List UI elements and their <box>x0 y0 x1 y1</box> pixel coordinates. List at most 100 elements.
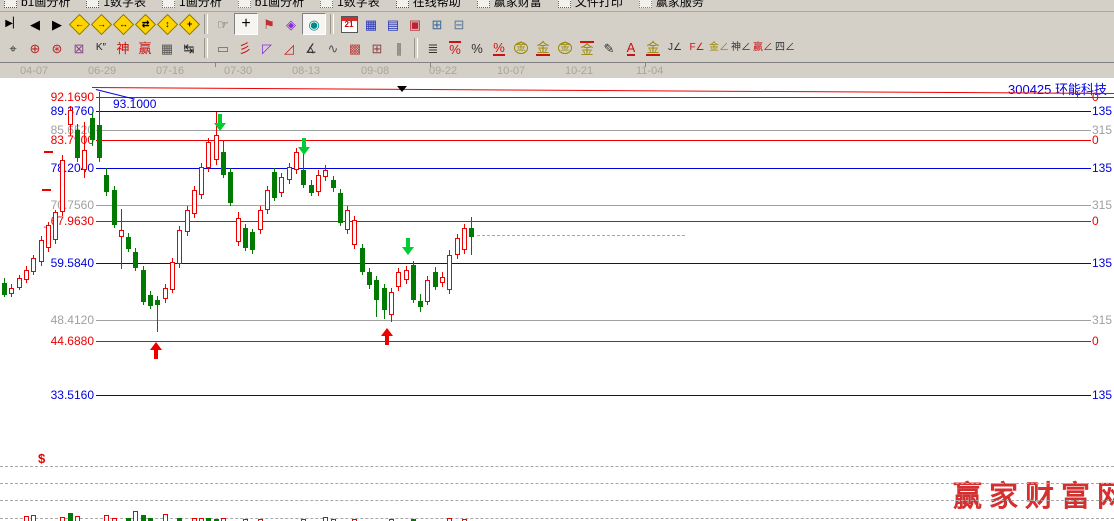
candle-body <box>141 270 146 302</box>
parallel-lines-tool[interactable]: ∥ <box>388 38 410 58</box>
page-left-button[interactable]: ◀ <box>24 14 46 34</box>
calendar-button[interactable]: 21 <box>338 14 360 34</box>
fit-all-button[interactable]: + <box>178 14 200 34</box>
fan-box-red-tool[interactable]: ◿ <box>278 38 300 58</box>
gann-grid-tool[interactable]: ▩ <box>344 38 366 58</box>
rectangle-tool[interactable]: ▭ <box>212 38 234 58</box>
menu-winner-service[interactable]: 赢家服务 <box>639 0 704 10</box>
watermark-logo: 赢家财富网 <box>953 473 1114 515</box>
date-label: 04-07 <box>20 65 48 77</box>
candle-wick <box>121 209 122 269</box>
position-indicator-tool[interactable]: ⌖ <box>2 38 24 58</box>
top-menu-bar: b1画分析 1数字表 1画分析 b1画分析 1数字表 在线帮助 赢家财富 文件打印 赢家服务 <box>0 0 1114 12</box>
price-level-label: 59.5840 <box>2 257 94 270</box>
volume-bar <box>68 513 73 521</box>
menu-winner-wealth[interactable]: 赢家财富 <box>477 0 542 10</box>
brush-tool[interactable]: ✎ <box>598 38 620 58</box>
menu-b1-draw-analysis[interactable]: b1画分析 <box>4 0 70 10</box>
trend-angle-tool[interactable]: ∡ <box>300 38 322 58</box>
percent-line-tool[interactable]: % <box>444 38 466 58</box>
candle-body <box>39 240 44 262</box>
page-right-button[interactable]: ▶ <box>46 14 68 34</box>
brush-tool-icon: ✎ <box>604 42 615 55</box>
candle-body <box>367 272 372 285</box>
percent-line-tool-icon: % <box>449 41 461 56</box>
degree-label: 315 <box>1092 199 1112 212</box>
degree-label: 0 <box>1092 215 1099 228</box>
notepad-button[interactable]: ▤ <box>382 14 404 34</box>
kline-mark-tool[interactable]: K″ <box>90 38 112 58</box>
jump-to-end-button[interactable]: ▶▏ <box>2 14 24 34</box>
menu-file-print[interactable]: 文件打印 <box>558 0 623 10</box>
main-toolbar: ▶▏◀▶←→↔⇄↕+☞+⚑◈◉21▦▤▣⊞⊟ <box>0 12 1114 36</box>
candle-body <box>433 272 438 287</box>
gold-angle-tool[interactable]: 金∠ <box>708 38 730 58</box>
parallel-lines-tool-icon: ∥ <box>396 42 403 55</box>
brain-analysis-button[interactable]: ◉ <box>302 13 326 35</box>
j-angle-tool-icon: J∠ <box>668 43 682 53</box>
percent-tool[interactable]: % <box>466 38 488 58</box>
candle-body <box>119 230 124 237</box>
speed-fan-tool-icon: 彡 <box>238 42 251 55</box>
flag-pin-button[interactable]: ⚑ <box>258 14 280 34</box>
golden-circle-tool[interactable]: 金 <box>554 38 576 58</box>
ying-angle-tool[interactable]: 赢∠ <box>752 38 774 58</box>
candle-body <box>155 300 160 305</box>
price-number-grid-tool[interactable]: ▦ <box>156 38 178 58</box>
save-button[interactable]: ▣ <box>404 14 426 34</box>
buy-signal-arrow-icon <box>150 342 162 359</box>
wave-abc-tool[interactable]: A <box>620 38 642 58</box>
volume-bar <box>104 515 109 521</box>
menu-1-number-table-2[interactable]: 1数字表 <box>320 0 380 10</box>
gann-box-tool[interactable]: ⊠ <box>68 38 90 58</box>
measure-tool[interactable]: ↹ <box>178 38 200 58</box>
speed-fan-tool[interactable]: 彡 <box>234 38 256 58</box>
candle-body <box>199 167 204 195</box>
percent-retrace-tool[interactable]: % <box>488 38 510 58</box>
gann-circle-tool[interactable]: ⊕ <box>24 38 46 58</box>
menu-winner-wealth-label: 赢家财富 <box>494 0 542 10</box>
sell-signal-arrow-icon <box>298 138 310 155</box>
expand-horizontal-button[interactable]: ↔ <box>112 14 134 34</box>
pattern-net-button-icon: ◈ <box>286 18 296 31</box>
fan-box-purple-tool[interactable]: ◸ <box>256 38 278 58</box>
shen-angle-tool[interactable]: 神∠ <box>730 38 752 58</box>
pattern-net-button[interactable]: ◈ <box>280 14 302 34</box>
ying-tool[interactable]: 赢 <box>134 38 156 58</box>
pan-hand-button[interactable]: ☞ <box>212 14 234 34</box>
j-angle-tool[interactable]: J∠ <box>664 38 686 58</box>
menu-online-help[interactable]: 在线帮助 <box>396 0 461 10</box>
menu-1-draw-analysis[interactable]: 1画分析 <box>162 0 222 10</box>
shen-tool[interactable]: 神 <box>112 38 134 58</box>
cycle-bars-tool[interactable]: ≣ <box>422 38 444 58</box>
golden-section-tool[interactable]: 金 <box>510 38 532 58</box>
gann-star-tool[interactable]: ⊛ <box>46 38 68 58</box>
globe-icon <box>396 0 409 8</box>
candle-body <box>133 252 138 268</box>
red-table-icon <box>86 0 99 8</box>
volume-bar <box>75 516 80 521</box>
network-pc-button[interactable]: ⊞ <box>426 14 448 34</box>
red-dash-mark <box>42 189 51 191</box>
data-transfer-button[interactable]: ⊟ <box>448 14 470 34</box>
shift-right-button[interactable]: → <box>90 14 112 34</box>
candlestick-chart-area[interactable]: 300425 环能科技 赢家财富网 92.1690089.376013585.6… <box>0 78 1114 521</box>
shift-left-button[interactable]: ← <box>68 14 90 34</box>
candle-body <box>170 262 175 290</box>
f-angle-tool[interactable]: F∠ <box>686 38 708 58</box>
expand-vertical-button[interactable]: ↕ <box>156 14 178 34</box>
calculator-button[interactable]: ▦ <box>360 14 382 34</box>
grid-tool[interactable]: ⊞ <box>366 38 388 58</box>
gann-grid-tool-icon: ▩ <box>349 42 361 55</box>
gold-box-tool[interactable]: 金 <box>642 38 664 58</box>
shift-left-button-icon: ← <box>68 13 89 34</box>
candle-body <box>75 130 80 158</box>
golden-levels-tool[interactable]: 金 <box>576 38 598 58</box>
menu-b1-draw-analysis-2[interactable]: b1画分析 <box>238 0 304 10</box>
golden-line-tool[interactable]: 金 <box>532 38 554 58</box>
wave-tool[interactable]: ∿ <box>322 38 344 58</box>
crosshair-button[interactable]: + <box>234 13 258 35</box>
compress-horizontal-button[interactable]: ⇄ <box>134 14 156 34</box>
si-angle-tool[interactable]: 四∠ <box>774 38 796 58</box>
menu-1-number-table[interactable]: 1数字表 <box>86 0 146 10</box>
